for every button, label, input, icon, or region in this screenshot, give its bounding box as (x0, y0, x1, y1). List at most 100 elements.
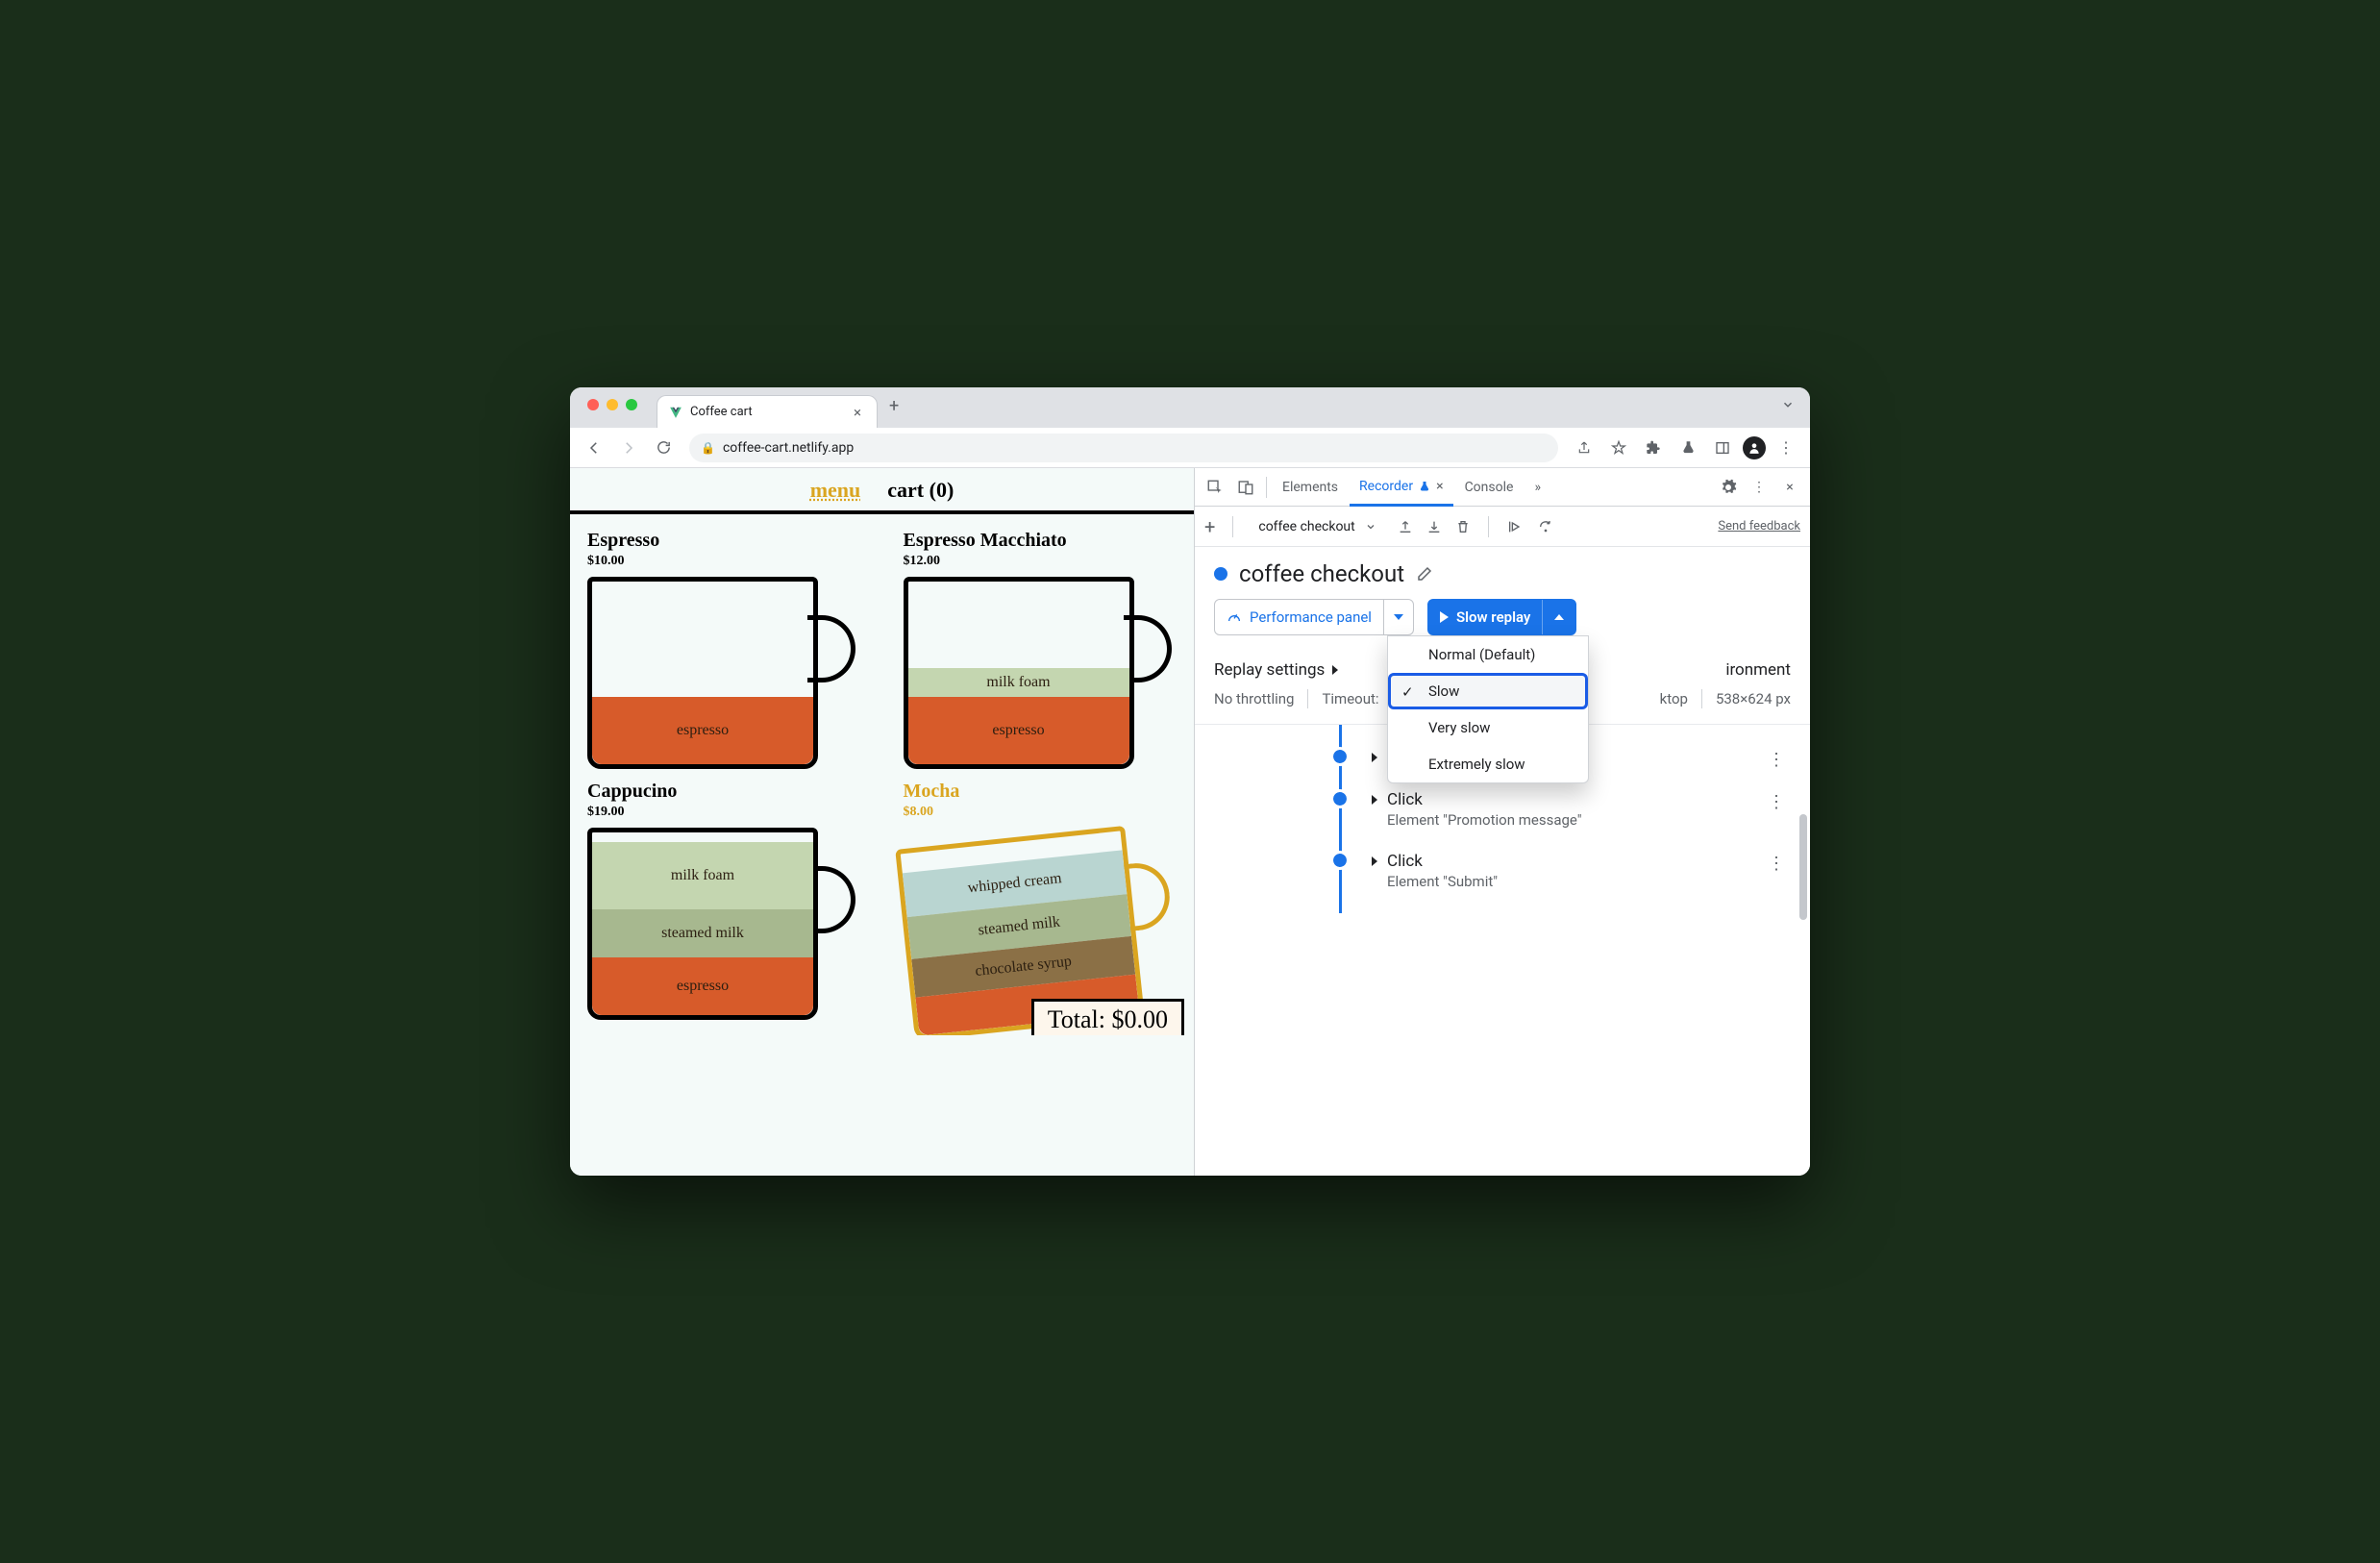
layer-espresso: espresso (592, 697, 813, 764)
speed-option-extremely-slow[interactable]: Extremely slow (1388, 746, 1588, 782)
devtools-menu-icon[interactable]: ⋮ (1745, 473, 1773, 502)
product-grid: Espresso $10.00 espresso Espresso Macchi… (570, 514, 1194, 1035)
dimensions-value: 538×624 px (1716, 690, 1791, 707)
product-name: Espresso (587, 530, 861, 552)
nav-menu-link[interactable]: menu (810, 478, 861, 503)
recorder-toolbar: + coffee checkout Send feedback (1195, 507, 1810, 547)
forward-button[interactable] (614, 434, 643, 462)
step-menu-icon[interactable]: ⋮ (1768, 854, 1787, 874)
cup-espresso[interactable]: espresso (587, 577, 818, 769)
nav-cart-link[interactable]: cart (0) (887, 478, 954, 503)
step-menu-icon[interactable]: ⋮ (1768, 792, 1787, 812)
gauge-icon (1227, 609, 1242, 625)
minimize-window-icon[interactable] (607, 399, 618, 410)
address-bar[interactable]: 🔒 coffee-cart.netlify.app (689, 434, 1558, 462)
expand-icon[interactable] (1372, 753, 1377, 762)
product-price: $8.00 (904, 805, 1178, 820)
side-panel-icon[interactable] (1708, 434, 1737, 462)
throttling-value[interactable]: No throttling (1214, 690, 1294, 707)
page-nav: menu cart (0) (570, 468, 1194, 514)
speed-option-slow[interactable]: ✓ Slow (1388, 673, 1588, 709)
delete-icon[interactable] (1455, 519, 1471, 534)
profile-avatar[interactable] (1743, 436, 1766, 459)
product-name: Mocha (904, 781, 1178, 803)
product-price: $12.00 (904, 554, 1178, 569)
cart-total[interactable]: Total: $0.00 (1031, 999, 1184, 1035)
device-toggle-icon[interactable] (1231, 473, 1260, 502)
step-click-promo[interactable]: Click Element "Promotion message" ⋮ (1349, 779, 1791, 840)
performance-panel-button[interactable]: Performance panel (1214, 599, 1414, 635)
device-value: ktop (1660, 690, 1688, 707)
tab-console[interactable]: Console (1455, 468, 1524, 506)
replay-speed-dropdown-trigger[interactable] (1542, 600, 1575, 634)
share-icon[interactable] (1570, 434, 1599, 462)
step-icon[interactable] (1537, 519, 1554, 534)
step-menu-icon[interactable]: ⋮ (1768, 750, 1787, 770)
send-feedback-link[interactable]: Send feedback (1718, 519, 1800, 533)
cup-handle-icon (807, 615, 855, 682)
cup-handle-icon (807, 866, 855, 933)
step-subtitle: Element "Submit" (1387, 873, 1791, 890)
new-recording-button[interactable]: + (1204, 515, 1215, 538)
expand-icon[interactable] (1372, 856, 1377, 866)
vue-favicon-icon (669, 406, 682, 419)
edit-title-icon[interactable] (1416, 565, 1433, 583)
browser-tab[interactable]: Coffee cart × (657, 395, 878, 428)
tab-close-icon[interactable]: × (1436, 479, 1443, 494)
settings-icon[interactable] (1714, 473, 1743, 502)
replay-settings-label[interactable]: Replay settings (1214, 660, 1325, 680)
webpage: menu cart (0) Espresso $10.00 espresso E… (570, 468, 1195, 1176)
check-icon: ✓ (1401, 683, 1414, 701)
continue-icon[interactable] (1506, 519, 1524, 534)
speed-option-normal[interactable]: Normal (Default) (1388, 636, 1588, 673)
layer-espresso: espresso (908, 697, 1129, 764)
back-button[interactable] (580, 434, 608, 462)
import-icon[interactable] (1426, 519, 1442, 534)
devtools-tabbar: Elements Recorder × Console » ⋮ × (1195, 468, 1810, 507)
browser-menu-icon[interactable]: ⋮ (1772, 434, 1800, 462)
reload-button[interactable] (649, 434, 678, 462)
titlebar: Coffee cart × + (570, 387, 1810, 428)
play-icon (1440, 611, 1449, 623)
bookmark-icon[interactable] (1604, 434, 1633, 462)
step-subtitle: Element "Promotion message" (1387, 811, 1791, 829)
tabs-overflow-icon[interactable]: » (1525, 468, 1550, 506)
layer-milkfoam: milk foam (908, 668, 1129, 697)
recording-dot-icon (1214, 567, 1227, 581)
content-area: menu cart (0) Espresso $10.00 espresso E… (570, 468, 1810, 1176)
expand-icon[interactable] (1332, 665, 1338, 675)
step-dot-icon (1333, 792, 1347, 806)
tab-title: Coffee cart (690, 405, 842, 419)
cup-macchiato[interactable]: milk foam espresso (904, 577, 1134, 769)
lock-icon: 🔒 (701, 441, 715, 455)
maximize-window-icon[interactable] (626, 399, 637, 410)
cup-cappucino[interactable]: milk foam steamed milk espresso (587, 828, 818, 1020)
labs-icon[interactable] (1673, 434, 1702, 462)
tab-recorder[interactable]: Recorder × (1350, 469, 1453, 507)
devtools-panel: Elements Recorder × Console » ⋮ × + coff… (1195, 468, 1810, 1176)
devtools-close-icon[interactable]: × (1775, 473, 1804, 502)
window-controls (587, 399, 637, 410)
step-click-submit[interactable]: Click Element "Submit" ⋮ (1349, 840, 1791, 902)
url-text: coffee-cart.netlify.app (723, 440, 854, 456)
toolbar-right: ⋮ (1570, 434, 1800, 462)
new-tab-button[interactable]: + (878, 396, 910, 416)
environment-label: ironment (1725, 660, 1791, 680)
product-macchiato: Espresso Macchiato $12.00 milk foam espr… (904, 530, 1178, 769)
export-icon[interactable] (1398, 519, 1413, 534)
speed-option-very-slow[interactable]: Very slow (1388, 709, 1588, 746)
replay-button[interactable]: Slow replay (1427, 599, 1576, 635)
product-price: $19.00 (587, 805, 861, 820)
timeout-label[interactable]: Timeout: (1322, 690, 1378, 707)
extensions-icon[interactable] (1639, 434, 1668, 462)
close-window-icon[interactable] (587, 399, 599, 410)
layer-milkfoam: milk foam (592, 842, 813, 909)
inspect-icon[interactable] (1201, 473, 1229, 502)
tabs-overflow-icon[interactable] (1781, 398, 1795, 411)
tab-elements[interactable]: Elements (1273, 468, 1348, 506)
expand-icon[interactable] (1372, 795, 1377, 805)
recording-selector[interactable]: coffee checkout (1251, 519, 1383, 534)
perf-dropdown-icon[interactable] (1383, 600, 1413, 634)
tab-close-icon[interactable]: × (850, 404, 865, 421)
product-price: $10.00 (587, 554, 861, 569)
